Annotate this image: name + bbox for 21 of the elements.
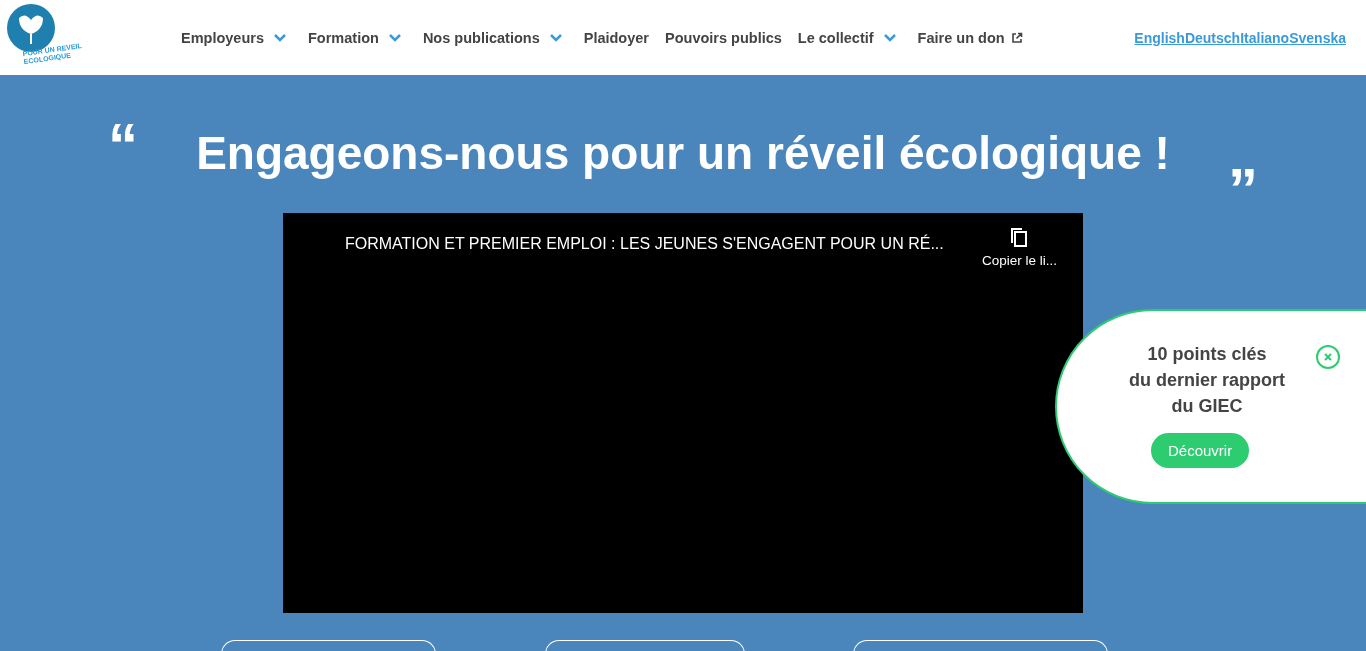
video-player[interactable]: FORMATION ET PREMIER EMPLOI : LES JEUNES S'ENGAGENT POUR UN RÉ... Copier le li...	[283, 213, 1083, 613]
nav-link[interactable]: Faire un don	[917, 29, 1023, 46]
chevron-icon	[388, 33, 401, 42]
chevron-icon	[549, 33, 562, 42]
video-title[interactable]: FORMATION ET PREMIER EMPLOI : LES JEUNES S'ENGAGENT POUR UN RÉ...	[345, 235, 944, 253]
quote-mark: “	[108, 115, 138, 180]
chevron-icon	[274, 33, 286, 42]
nav-link[interactable]: Nos publications	[422, 29, 562, 46]
nav-link[interactable]: Plaidoyer	[583, 29, 649, 46]
chevron-icon	[883, 33, 896, 42]
nav-link[interactable]: Le collectif	[797, 29, 896, 46]
quote-mark: ”	[1228, 160, 1258, 213]
copy-icon	[1009, 227, 1030, 249]
close-icon[interactable]	[1316, 345, 1340, 369]
nav-link[interactable]: Employeurs	[181, 29, 286, 46]
nav-link[interactable]: Pouvoirs publics	[665, 29, 782, 46]
nav-link[interactable]: Formation	[308, 29, 401, 46]
page-title: Engageons-nous pour un réveil écologique !	[196, 126, 1170, 181]
copy-link-button[interactable]: Copier le li...	[981, 227, 1057, 268]
popup-title: 10 points clés du dernier rapport du GIEC	[1128, 343, 1286, 418]
external-link-icon	[1010, 31, 1023, 44]
